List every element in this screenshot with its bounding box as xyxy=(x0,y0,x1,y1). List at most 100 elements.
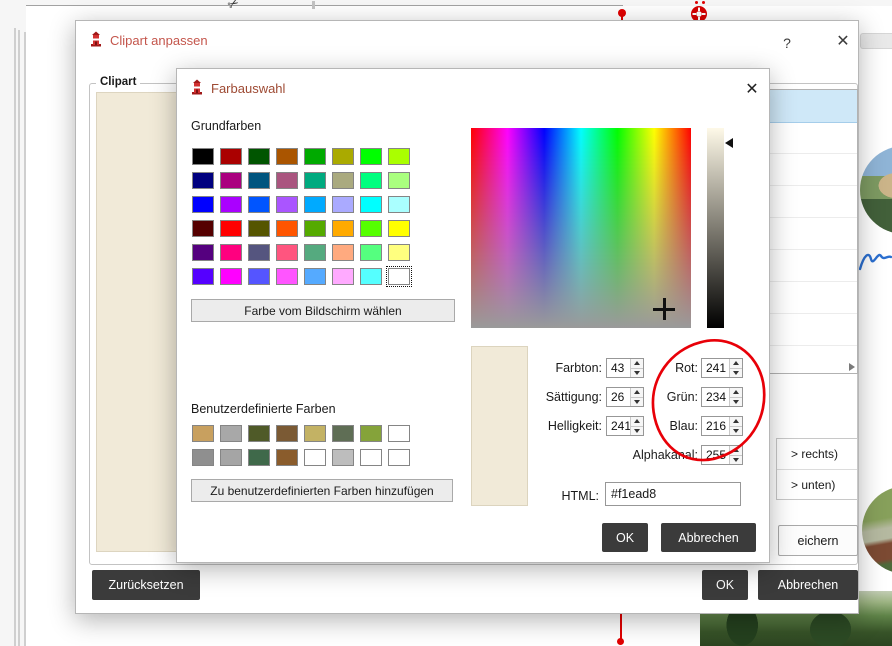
color-swatch[interactable] xyxy=(304,449,326,466)
color-swatch[interactable] xyxy=(192,244,214,261)
color-swatch[interactable] xyxy=(332,449,354,466)
clipart-groupbox-label: Clipart xyxy=(96,76,140,88)
color-swatch[interactable] xyxy=(360,244,382,261)
crosshair-icon xyxy=(663,298,666,320)
color-swatch[interactable] xyxy=(248,148,270,165)
color-swatch[interactable] xyxy=(304,425,326,442)
color-swatch[interactable] xyxy=(332,196,354,213)
color-swatch[interactable] xyxy=(332,172,354,189)
color-swatch[interactable] xyxy=(220,425,242,442)
color-swatch[interactable] xyxy=(248,172,270,189)
color-swatch[interactable] xyxy=(332,268,354,285)
color-swatch[interactable] xyxy=(388,244,410,261)
color-swatch[interactable] xyxy=(332,425,354,442)
color-swatch[interactable] xyxy=(304,172,326,189)
screen: { "outer_dialog": { "title": "Clipart an… xyxy=(0,0,892,646)
ok-button[interactable]: OK xyxy=(602,523,648,552)
color-swatch[interactable] xyxy=(192,148,214,165)
color-swatch[interactable] xyxy=(220,196,242,213)
color-swatch[interactable] xyxy=(360,148,382,165)
color-swatch[interactable] xyxy=(332,244,354,261)
color-swatch[interactable] xyxy=(360,268,382,285)
color-swatch[interactable] xyxy=(388,220,410,237)
color-swatch[interactable] xyxy=(332,148,354,165)
luminance-slider[interactable] xyxy=(707,128,724,328)
color-swatch[interactable] xyxy=(332,220,354,237)
color-swatch[interactable] xyxy=(360,449,382,466)
color-swatch[interactable] xyxy=(304,148,326,165)
annotation-circle xyxy=(644,330,775,468)
color-swatch[interactable] xyxy=(220,244,242,261)
color-swatch[interactable] xyxy=(192,425,214,442)
color-swatch[interactable] xyxy=(248,196,270,213)
color-swatch[interactable] xyxy=(388,148,410,165)
color-swatch[interactable] xyxy=(192,172,214,189)
color-swatch[interactable] xyxy=(276,244,298,261)
saturation-label: Sättigung: xyxy=(506,387,602,407)
color-swatch[interactable] xyxy=(248,425,270,442)
toolbar-fragment xyxy=(860,33,892,49)
cut-mark-line xyxy=(620,614,622,640)
color-swatch[interactable] xyxy=(388,425,410,442)
close-icon[interactable]: ✕ xyxy=(832,30,854,52)
hue-saturation-picker[interactable] xyxy=(471,128,691,328)
option-mirror-right[interactable]: > rechts) xyxy=(777,439,857,470)
mini-dot xyxy=(702,1,705,4)
color-swatch[interactable] xyxy=(276,196,298,213)
color-swatch[interactable] xyxy=(276,449,298,466)
mini-dot xyxy=(695,1,698,4)
app-icon xyxy=(189,79,205,95)
cancel-button[interactable]: Abbrechen xyxy=(758,570,858,600)
color-swatch[interactable] xyxy=(388,449,410,466)
color-swatch[interactable] xyxy=(192,196,214,213)
color-swatch[interactable] xyxy=(360,172,382,189)
add-custom-color-button[interactable]: Zu benutzerdefinierten Farben hinzufügen xyxy=(191,479,453,502)
color-swatch[interactable] xyxy=(248,449,270,466)
help-button[interactable]: ? xyxy=(776,32,798,54)
color-swatch[interactable] xyxy=(276,172,298,189)
close-icon[interactable]: ✕ xyxy=(741,78,763,100)
color-swatch[interactable] xyxy=(388,196,410,213)
book-page-edge xyxy=(18,30,20,646)
color-swatch[interactable] xyxy=(276,268,298,285)
color-swatch[interactable] xyxy=(192,220,214,237)
hue-label: Farbton: xyxy=(506,358,602,378)
color-swatch[interactable] xyxy=(304,244,326,261)
pick-screen-color-button[interactable]: Farbe vom Bildschirm wählen xyxy=(191,299,455,322)
color-swatch[interactable] xyxy=(360,220,382,237)
page-trim-line xyxy=(26,5,623,6)
dialog-title: Clipart anpassen xyxy=(110,33,208,48)
color-swatch[interactable] xyxy=(192,449,214,466)
color-swatch[interactable] xyxy=(276,425,298,442)
basic-colors-label: Grundfarben xyxy=(191,119,261,133)
color-swatch[interactable] xyxy=(360,196,382,213)
color-swatch[interactable] xyxy=(388,268,410,285)
option-mirror-down[interactable]: > unten) xyxy=(777,470,857,500)
color-swatch[interactable] xyxy=(220,148,242,165)
trim-tick xyxy=(312,1,315,9)
color-swatch[interactable] xyxy=(220,172,242,189)
color-swatch[interactable] xyxy=(304,268,326,285)
color-swatch[interactable] xyxy=(220,220,242,237)
ok-button[interactable]: OK xyxy=(702,570,748,600)
color-swatch[interactable] xyxy=(276,148,298,165)
save-button[interactable]: eichern xyxy=(778,525,858,556)
color-swatch[interactable] xyxy=(220,268,242,285)
color-swatch[interactable] xyxy=(248,268,270,285)
color-swatch[interactable] xyxy=(388,172,410,189)
color-swatch[interactable] xyxy=(304,220,326,237)
color-swatch[interactable] xyxy=(248,220,270,237)
scroll-arrow-icon[interactable] xyxy=(849,363,855,371)
html-input[interactable]: #f1ead8 xyxy=(605,482,741,506)
color-swatch[interactable] xyxy=(276,220,298,237)
color-swatch[interactable] xyxy=(248,244,270,261)
color-swatch[interactable] xyxy=(304,196,326,213)
custom-colors-label: Benutzerdefinierte Farben xyxy=(191,402,336,416)
color-swatch[interactable] xyxy=(360,425,382,442)
cancel-button[interactable]: Abbrechen xyxy=(661,523,756,552)
reset-button[interactable]: Zurücksetzen xyxy=(92,570,200,600)
cut-mark-dot xyxy=(617,638,624,645)
book-page-edge xyxy=(14,28,16,646)
color-swatch[interactable] xyxy=(220,449,242,466)
color-swatch[interactable] xyxy=(192,268,214,285)
